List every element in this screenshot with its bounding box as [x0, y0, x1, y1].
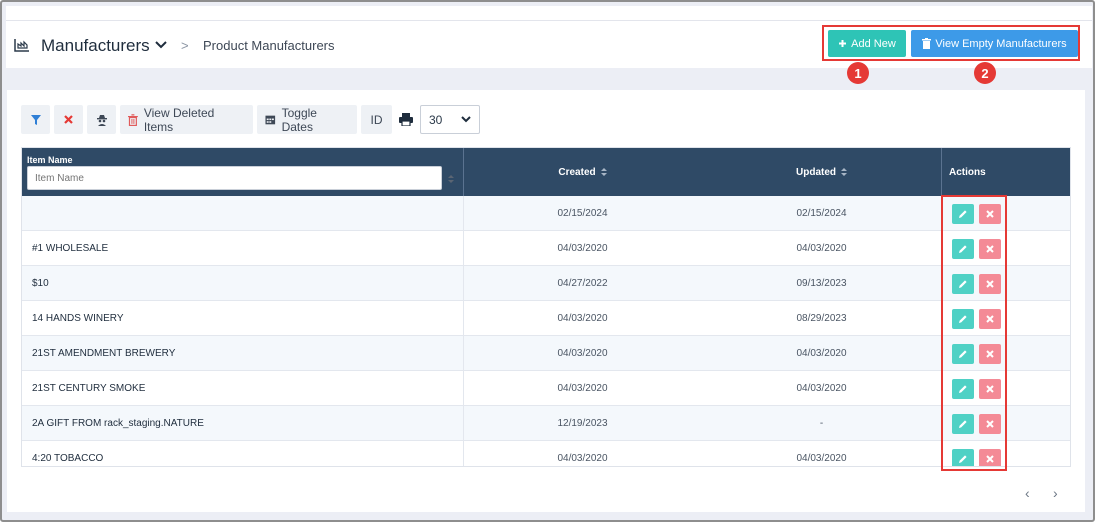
toggle-dates-label: Toggle Dates	[281, 105, 317, 134]
chart-icon	[14, 39, 29, 52]
view-empty-manufacturers-button[interactable]: View Empty Manufacturers	[911, 30, 1078, 57]
breadcrumb-current: Product Manufacturers	[203, 38, 335, 53]
view-empty-label: View Empty Manufacturers	[935, 37, 1067, 50]
marker-2: 2	[974, 62, 996, 84]
toggle-dates-button[interactable]: Toggle Dates	[257, 105, 357, 134]
page-title: Manufacturers	[41, 36, 150, 55]
cell-created: 04/03/2020	[557, 243, 608, 254]
cell-updated: 04/03/2020	[796, 453, 847, 464]
cell-item-name: 21ST AMENDMENT BREWERY	[32, 348, 176, 359]
item-name-filter-input[interactable]	[27, 166, 442, 190]
view-deleted-items-button[interactable]: View Deleted Items	[120, 105, 253, 134]
incognito-button[interactable]	[87, 105, 116, 134]
content-card: View Deleted Items Toggle Dates ID 30 It…	[7, 90, 1085, 512]
sort-icon	[841, 168, 847, 176]
cell-updated: 04/03/2020	[796, 348, 847, 359]
calendar-icon	[265, 115, 276, 125]
add-new-label: Add New	[851, 37, 896, 50]
chevron-down-icon[interactable]	[154, 40, 168, 50]
clear-filters-button[interactable]	[54, 105, 83, 134]
column-header-updated[interactable]: Updated	[702, 148, 941, 196]
manufacturers-table: Item Name Created Updated Actions 02/15/…	[21, 147, 1071, 467]
view-deleted-label: View Deleted Items	[143, 105, 215, 134]
table-row[interactable]: 4:20 TOBACCO 04/03/2020 04/03/2020	[22, 441, 1070, 466]
created-label: Created	[558, 166, 596, 178]
page-header: Manufacturers > Product Manufacturers Ad…	[6, 20, 1092, 68]
cell-item-name: #1 WHOLESALE	[32, 243, 109, 254]
cell-created: 04/03/2020	[557, 383, 608, 394]
cell-item-name: 14 HANDS WINERY	[32, 313, 124, 324]
cell-item-name: $10	[32, 278, 49, 289]
sort-icon	[600, 168, 607, 176]
table-header: Item Name Created Updated Actions	[22, 148, 1070, 196]
user-secret-icon	[96, 114, 107, 126]
add-new-button[interactable]: Add New	[828, 30, 906, 57]
cell-updated: 04/03/2020	[796, 383, 847, 394]
table-row[interactable]: 14 HANDS WINERY 04/03/2020 08/29/2023	[22, 301, 1070, 336]
top-strip	[6, 6, 1092, 20]
filter-button[interactable]	[21, 105, 50, 134]
cell-updated: 08/29/2023	[796, 313, 847, 324]
cell-created: 04/03/2020	[557, 348, 608, 359]
cell-updated: 02/15/2024	[796, 208, 847, 219]
sort-icon[interactable]	[448, 174, 454, 184]
pager-prev-button[interactable]: ‹	[1025, 485, 1030, 501]
page-size-select[interactable]: 30	[420, 105, 480, 134]
column-header-created[interactable]: Created	[463, 148, 702, 196]
trash-icon	[922, 38, 932, 49]
table-row[interactable]: 21ST AMENDMENT BREWERY 04/03/2020 04/03/20…	[22, 336, 1070, 371]
table-row[interactable]: 02/15/2024 02/15/2024	[22, 196, 1070, 231]
id-toggle-button[interactable]: ID	[361, 105, 392, 134]
chevron-down-icon	[461, 116, 471, 123]
filter-icon	[30, 114, 41, 125]
cell-item-name: 2A GIFT FROM rack_staging.NATURE	[32, 418, 204, 429]
cell-created: 04/27/2022	[557, 278, 608, 289]
marker-1: 1	[847, 62, 869, 84]
plus-icon	[839, 40, 847, 47]
cell-created: 04/03/2020	[557, 313, 608, 324]
cell-created: 12/19/2023	[557, 418, 608, 429]
highlight-action-buttons	[941, 195, 1007, 471]
table-row[interactable]: 2A GIFT FROM rack_staging.NATURE 12/19/20…	[22, 406, 1070, 441]
cell-created: 04/03/2020	[557, 453, 608, 464]
updated-label: Updated	[796, 166, 836, 178]
clear-icon	[64, 115, 73, 124]
print-button[interactable]	[396, 105, 416, 134]
table-row[interactable]: $10 04/27/2022 09/13/2023	[22, 266, 1070, 301]
cell-item-name: 21ST CENTURY SMOKE	[32, 383, 146, 394]
table-row[interactable]: #1 WHOLESALE 04/03/2020 04/03/2020	[22, 231, 1070, 266]
page-size-value: 30	[429, 112, 443, 127]
pager-next-button[interactable]: ›	[1053, 485, 1058, 501]
table-row[interactable]: 21ST CENTURY SMOKE 04/03/2020 04/03/2020	[22, 371, 1070, 406]
cell-created: 02/15/2024	[557, 208, 608, 219]
column-header-item-name: Item Name	[27, 155, 73, 165]
breadcrumb-separator: >	[181, 38, 189, 53]
cell-updated: 09/13/2023	[796, 278, 847, 289]
column-header-actions: Actions	[949, 166, 986, 178]
cell-updated: 04/03/2020	[796, 243, 847, 254]
app-window: Manufacturers > Product Manufacturers Ad…	[0, 0, 1095, 522]
cell-item-name: 4:20 TOBACCO	[32, 453, 104, 464]
cell-updated: -	[819, 418, 824, 429]
table-toolbar: View Deleted Items Toggle Dates ID 30	[21, 105, 480, 134]
trash-icon	[128, 113, 138, 126]
print-icon	[399, 113, 413, 126]
